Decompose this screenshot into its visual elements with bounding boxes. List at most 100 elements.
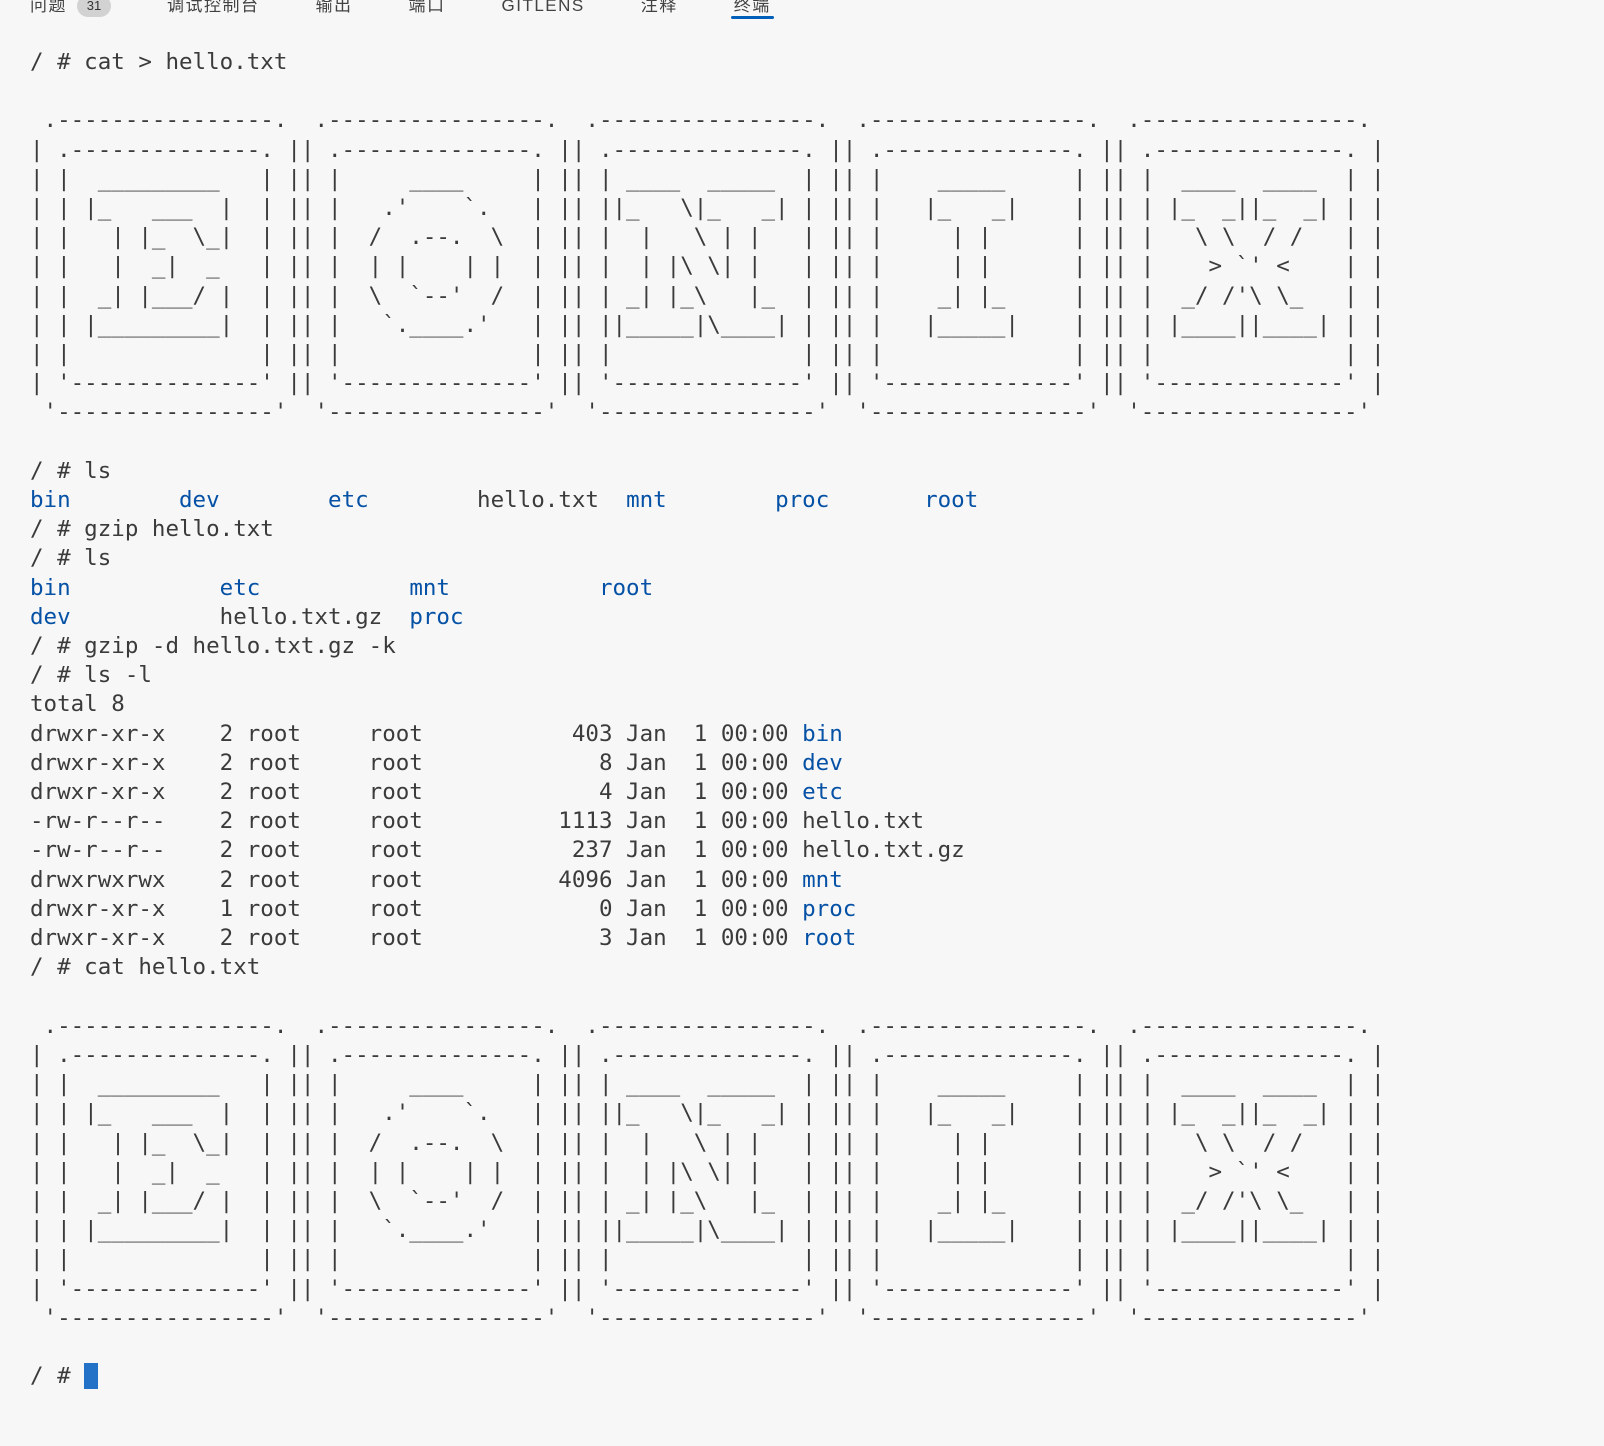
- terminal-line: .----------------. .----------------. .-…: [30, 106, 1604, 135]
- terminal-line: / # gzip hello.txt: [30, 515, 1604, 544]
- directory-name: etc: [328, 487, 369, 513]
- terminal-text: [829, 487, 924, 513]
- terminal-text: [71, 487, 179, 513]
- directory-name: mnt: [802, 867, 843, 893]
- tab-comments[interactable]: 注释: [641, 0, 678, 19]
- tab-label: 注释: [641, 0, 678, 19]
- terminal-line: / # ls: [30, 544, 1604, 573]
- directory-name: mnt: [409, 575, 450, 601]
- terminal-line: [30, 428, 1604, 457]
- terminal-line: / # cat > hello.txt: [30, 48, 1604, 77]
- tab-label: GITLENS: [502, 0, 585, 19]
- directory-name: etc: [220, 575, 261, 601]
- tab-label: 问题: [30, 0, 67, 19]
- terminal-text: drwxrwxrwx 2 root root 4096 Jan 1 00:00: [30, 867, 802, 893]
- directory-name: proc: [802, 896, 856, 922]
- terminal-text: drwxr-xr-x 2 root root 4 Jan 1 00:00: [30, 779, 802, 805]
- panel-tabs: 问题 31 调试控制台 输出 端口 GITLENS 注释 终端: [0, 0, 1604, 19]
- terminal-line: total 8: [30, 690, 1604, 719]
- tab-label: 输出: [316, 0, 353, 19]
- terminal-line: | | |_ ___ | | || | .' `. | || ||_ \|_ _…: [30, 194, 1604, 223]
- directory-name: proc: [409, 604, 463, 630]
- terminal-line: | | _________ | || | ____ | || | ____ __…: [30, 1070, 1604, 1099]
- terminal-line: .----------------. .----------------. .-…: [30, 1012, 1604, 1041]
- terminal-line: drwxrwxrwx 2 root root 4096 Jan 1 00:00 …: [30, 866, 1604, 895]
- terminal-text: drwxr-xr-x 2 root root 8 Jan 1 00:00: [30, 750, 802, 776]
- terminal-line: drwxr-xr-x 2 root root 4 Jan 1 00:00 etc: [30, 778, 1604, 807]
- tab-terminal[interactable]: 终端: [734, 0, 771, 19]
- terminal-line: | .--------------. || .--------------. |…: [30, 1041, 1604, 1070]
- terminal-line: drwxr-xr-x 1 root root 0 Jan 1 00:00 pro…: [30, 895, 1604, 924]
- terminal-line: | | _| |___/ | | || | \ `--' / | || | _|…: [30, 1187, 1604, 1216]
- directory-name: bin: [802, 721, 843, 747]
- directory-name: mnt: [626, 487, 667, 513]
- directory-name: proc: [775, 487, 829, 513]
- terminal-line: '----------------' '----------------' '-…: [30, 1304, 1604, 1333]
- tab-gitlens[interactable]: GITLENS: [502, 0, 585, 19]
- terminal-text: [260, 575, 409, 601]
- terminal-line: | | | || | | || | | || | | || | | |: [30, 1245, 1604, 1274]
- terminal-text: [71, 604, 220, 630]
- terminal-cursor: [84, 1363, 98, 1389]
- tab-debug-console[interactable]: 调试控制台: [167, 0, 260, 19]
- terminal-line: | | | _| _ | || | | | | | | || | | |\ \|…: [30, 252, 1604, 281]
- terminal-text: drwxr-xr-x 2 root root 403 Jan 1 00:00: [30, 721, 802, 747]
- terminal-line: / # cat hello.txt: [30, 953, 1604, 982]
- tab-label: 端口: [409, 0, 446, 19]
- terminal[interactable]: / # cat > hello.txt .----------------. .…: [0, 22, 1604, 1446]
- terminal-output: / # cat > hello.txt .----------------. .…: [0, 22, 1604, 1391]
- terminal-text: drwxr-xr-x 1 root root 0 Jan 1 00:00: [30, 896, 802, 922]
- terminal-line: -rw-r--r-- 2 root root 237 Jan 1 00:00 h…: [30, 836, 1604, 865]
- active-tab-underline: [731, 16, 774, 19]
- directory-name: bin: [30, 487, 71, 513]
- terminal-text: hello.txt.gz: [220, 604, 410, 630]
- terminal-line: | | | _| _ | || | | | | | | || | | |\ \|…: [30, 1158, 1604, 1187]
- tab-label: 调试控制台: [167, 0, 260, 19]
- directory-name: root: [599, 575, 653, 601]
- directory-name: root: [802, 925, 856, 951]
- terminal-line: bin dev etc hello.txt mnt proc root: [30, 486, 1604, 515]
- terminal-line: / #: [30, 1362, 1604, 1391]
- terminal-line: drwxr-xr-x 2 root root 3 Jan 1 00:00 roo…: [30, 924, 1604, 953]
- terminal-line: | '--------------' || '--------------' |…: [30, 369, 1604, 398]
- terminal-line: [30, 77, 1604, 106]
- terminal-text: hello.txt: [477, 487, 626, 513]
- directory-name: bin: [30, 575, 71, 601]
- terminal-text: [667, 487, 775, 513]
- tab-problems[interactable]: 问题 31: [30, 0, 111, 19]
- directory-name: dev: [179, 487, 220, 513]
- panel-tab-bar: 问题 31 调试控制台 输出 端口 GITLENS 注释 终端: [0, 0, 1604, 22]
- directory-name: etc: [802, 779, 843, 805]
- terminal-line: [30, 1333, 1604, 1362]
- tab-ports[interactable]: 端口: [409, 0, 446, 19]
- problems-count-badge: 31: [77, 0, 111, 17]
- directory-name: dev: [30, 604, 71, 630]
- terminal-line: [30, 983, 1604, 1012]
- terminal-line: | | |_ ___ | | || | .' `. | || ||_ \|_ _…: [30, 1099, 1604, 1128]
- terminal-line: drwxr-xr-x 2 root root 403 Jan 1 00:00 b…: [30, 720, 1604, 749]
- terminal-text: [369, 487, 477, 513]
- directory-name: root: [924, 487, 978, 513]
- terminal-line: | | | || | | || | | || | | || | | |: [30, 340, 1604, 369]
- terminal-line: '----------------' '----------------' '-…: [30, 398, 1604, 427]
- tab-output[interactable]: 输出: [316, 0, 353, 19]
- terminal-line: / # ls: [30, 457, 1604, 486]
- terminal-text: [220, 487, 328, 513]
- terminal-line: / # gzip -d hello.txt.gz -k: [30, 632, 1604, 661]
- terminal-line: | .--------------. || .--------------. |…: [30, 136, 1604, 165]
- terminal-line: | | | |_ \_| | || | / .--. \ | || | | \ …: [30, 223, 1604, 252]
- terminal-line: drwxr-xr-x 2 root root 8 Jan 1 00:00 dev: [30, 749, 1604, 778]
- terminal-line: -rw-r--r-- 2 root root 1113 Jan 1 00:00 …: [30, 807, 1604, 836]
- terminal-line: | | _| |___/ | | || | \ `--' / | || | _|…: [30, 282, 1604, 311]
- terminal-line: | '--------------' || '--------------' |…: [30, 1275, 1604, 1304]
- directory-name: dev: [802, 750, 843, 776]
- terminal-text: / #: [30, 1363, 84, 1389]
- terminal-line: / # ls -l: [30, 661, 1604, 690]
- terminal-line: | | |_________| | || | `.____.' | || ||_…: [30, 1216, 1604, 1245]
- terminal-line: | | | |_ \_| | || | / .--. \ | || | | \ …: [30, 1129, 1604, 1158]
- terminal-line: | | |_________| | || | `.____.' | || ||_…: [30, 311, 1604, 340]
- terminal-text: [71, 575, 220, 601]
- terminal-text: [450, 575, 599, 601]
- terminal-line: bin etc mnt root: [30, 574, 1604, 603]
- terminal-text: drwxr-xr-x 2 root root 3 Jan 1 00:00: [30, 925, 802, 951]
